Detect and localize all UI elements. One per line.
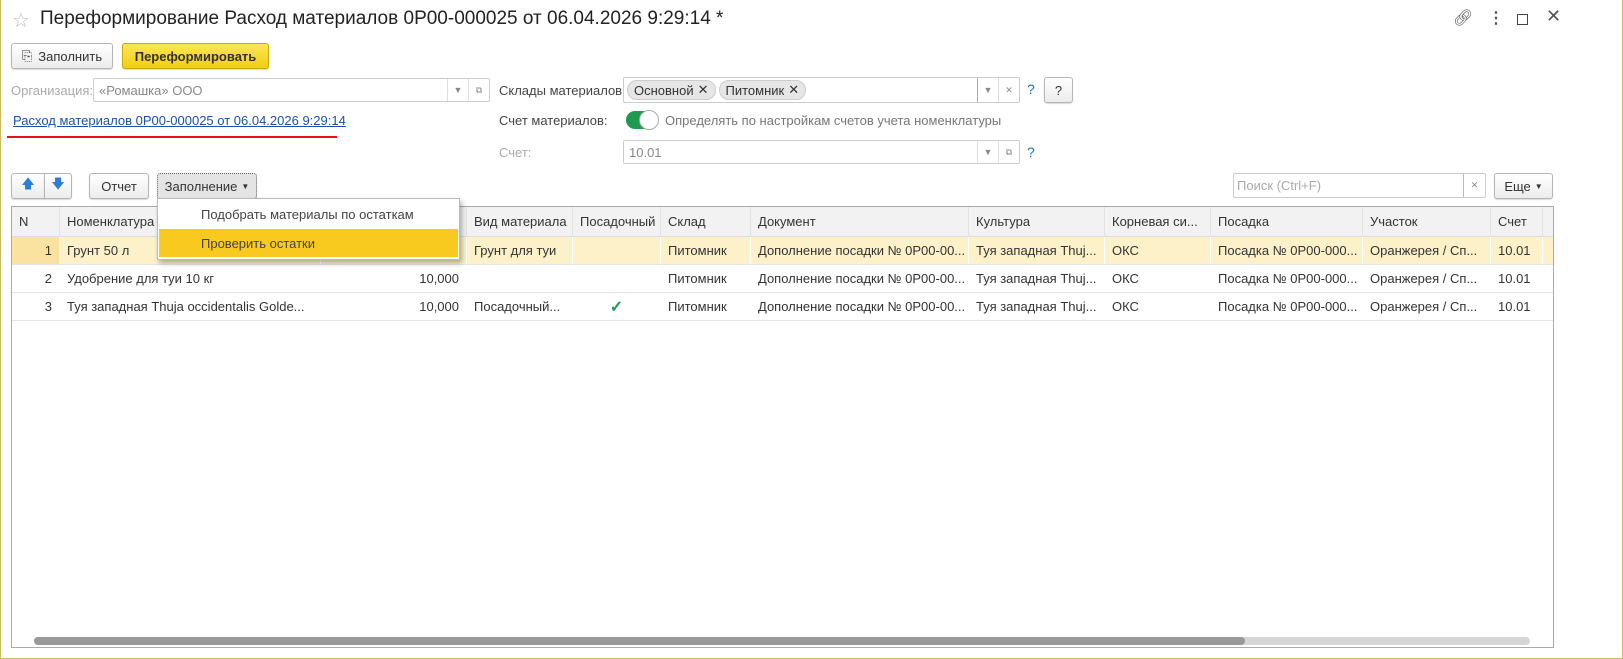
schet-label: Счет: (499, 145, 532, 160)
cell-root-system: ОКС (1112, 299, 1139, 314)
more-vertical-icon[interactable]: ⋮ (1488, 8, 1504, 28)
search-input[interactable]: Поиск (Ctrl+F) ✕ (1233, 173, 1486, 198)
cell-warehouse: Питомник (668, 299, 727, 314)
table-row[interactable]: 3 Туя западная Thuja occidentalis Golde..… (12, 293, 1553, 321)
account-toggle[interactable] (626, 110, 659, 130)
cell-planting-doc: Посадка № 0Р00-000... (1218, 271, 1358, 286)
column-header-n[interactable]: N (12, 207, 60, 236)
close-icon[interactable]: ✕ (1546, 6, 1561, 27)
column-header-planting[interactable]: Посадочный (573, 207, 661, 236)
help-button[interactable]: ? (1044, 77, 1073, 103)
report-button[interactable]: Отчет (89, 173, 149, 199)
cell-root-system: ОКС (1105, 237, 1211, 264)
cell-n: 2 (44, 271, 52, 286)
column-header-document[interactable]: Документ (751, 207, 969, 236)
warehouse-chip[interactable]: Основной ✕ (627, 80, 716, 100)
fill-dropdown-menu: Подобрать материалы по остаткам Проверит… (157, 198, 460, 260)
cell-culture: Туя западная Thuj... (969, 237, 1105, 264)
dropdown-icon: ▼ (977, 141, 998, 163)
help-icon[interactable]: ? (1027, 144, 1035, 160)
maximize-icon[interactable] (1517, 14, 1528, 25)
chevron-down-icon: ▼ (1534, 181, 1543, 191)
schet-field: 10.01 ▼ ⧉ (623, 140, 1020, 164)
cell-document: Дополнение посадки № 0Р00-00... (758, 271, 966, 286)
reform-button[interactable]: Переформировать (122, 43, 269, 69)
cell-nomenclature: Удобрение для туи 10 кг (67, 271, 215, 286)
account-toggle-text: Определять по настройкам счетов учета но… (665, 113, 1002, 128)
column-header-material-type[interactable]: Вид материала (467, 207, 573, 236)
menu-item-pick-by-balance[interactable]: Подобрать материалы по остаткам (159, 200, 458, 228)
cell-n: 3 (44, 299, 52, 314)
help-icon[interactable]: ? (1027, 81, 1035, 97)
scrollbar-thumb[interactable] (34, 637, 1245, 645)
favorite-star-icon[interactable]: ☆ (12, 8, 30, 33)
move-up-button[interactable]: 🡅 (11, 173, 45, 199)
cell-material-type: Посадочный... (474, 299, 561, 314)
open-icon[interactable]: ⧉ (468, 79, 489, 101)
cell-warehouse: Питомник (661, 237, 751, 264)
cell-planting: ✓ (609, 298, 624, 316)
remove-icon[interactable]: ✕ (788, 82, 799, 98)
cell-planting (573, 237, 661, 264)
fill-menu-button[interactable]: Заполнение ▼ (157, 173, 257, 199)
column-header-plot[interactable]: Участок (1363, 207, 1491, 236)
warehouse-chip[interactable]: Питомник ✕ (718, 80, 807, 100)
red-underline-annotation (7, 136, 337, 138)
cell-account: 10.01 (1498, 299, 1531, 314)
cell-document: Дополнение посадки № 0Р00-00... (751, 237, 969, 264)
cell-account: 10.01 (1498, 271, 1531, 286)
arrow-up-icon: 🡅 (21, 176, 35, 191)
cell-planting (573, 265, 661, 292)
cell-quantity: 10,000 (419, 299, 459, 314)
cell-culture: Туя западная Thuj... (976, 299, 1097, 314)
fill-button[interactable]: ⎘ Заполнить (11, 43, 113, 69)
cell-nomenclature: Туя западная Thuja occidentalis Golde... (67, 299, 305, 314)
cell-quantity: 10,000 (419, 271, 459, 286)
materials-table: N Номенклатура Вид материала Посадочный Скла… (11, 206, 1554, 648)
chevron-down-icon: ▼ (241, 181, 250, 191)
dropdown-icon[interactable]: ▼ (447, 79, 468, 101)
cell-plot: Оранжерея / Сп... (1370, 299, 1478, 314)
cell-planting-doc: Посадка № 0Р00-000... (1211, 237, 1363, 264)
cell-planting-doc: Посадка № 0Р00-000... (1218, 299, 1358, 314)
window-title: Переформирование Расход материалов 0Р00-… (40, 8, 724, 29)
cell-material-type: Грунт для туи (467, 237, 573, 264)
more-button[interactable]: Еще ▼ (1494, 173, 1553, 199)
cell-material-type (467, 265, 573, 292)
dropdown-icon[interactable]: ▼ (977, 78, 998, 102)
clear-search-icon[interactable]: ✕ (1463, 174, 1485, 197)
open-icon: ⧉ (998, 141, 1019, 163)
link-icon[interactable]: 🔗︎ (1453, 8, 1473, 28)
arrow-down-icon: 🡇 (51, 176, 65, 191)
remove-icon[interactable]: ✕ (698, 82, 709, 98)
fill-icon: ⎘ (21, 48, 33, 63)
menu-item-check-balance[interactable]: Проверить остатки (159, 229, 458, 257)
column-header-root-system[interactable]: Корневая си... (1105, 207, 1211, 236)
warehouses-label: Склады материалов: (499, 83, 626, 98)
cell-n: 1 (12, 237, 60, 264)
cell-culture: Туя западная Thuj... (976, 271, 1097, 286)
column-header-culture[interactable]: Культура (969, 207, 1105, 236)
column-header-account[interactable]: Счет (1491, 207, 1543, 236)
column-header-planting-doc[interactable]: Посадка (1211, 207, 1363, 236)
cell-plot: Оранжерея / Сп... (1363, 237, 1491, 264)
clear-icon[interactable]: ✕ (998, 78, 1019, 102)
source-document-link[interactable]: Расход материалов 0Р00-000025 от 06.04.2… (13, 113, 346, 128)
org-field[interactable]: «Ромашка» ООО ▼ ⧉ (93, 78, 490, 102)
table-row[interactable]: 2 Удобрение для туи 10 кг 10,000 Питомник До… (12, 265, 1553, 293)
cell-warehouse: Питомник (668, 271, 727, 286)
account-label: Счет материалов: (499, 113, 608, 128)
move-down-button[interactable]: 🡇 (44, 173, 72, 199)
column-header-warehouse[interactable]: Склад (661, 207, 751, 236)
org-label: Организация: (11, 83, 94, 98)
cell-account: 10.01 (1491, 237, 1543, 264)
cell-root-system: ОКС (1112, 271, 1139, 286)
warehouses-field[interactable]: Основной ✕ Питомник ✕ ▼ ✕ (623, 77, 1020, 103)
cell-document: Дополнение посадки № 0Р00-00... (758, 299, 966, 314)
cell-plot: Оранжерея / Сп... (1370, 271, 1478, 286)
